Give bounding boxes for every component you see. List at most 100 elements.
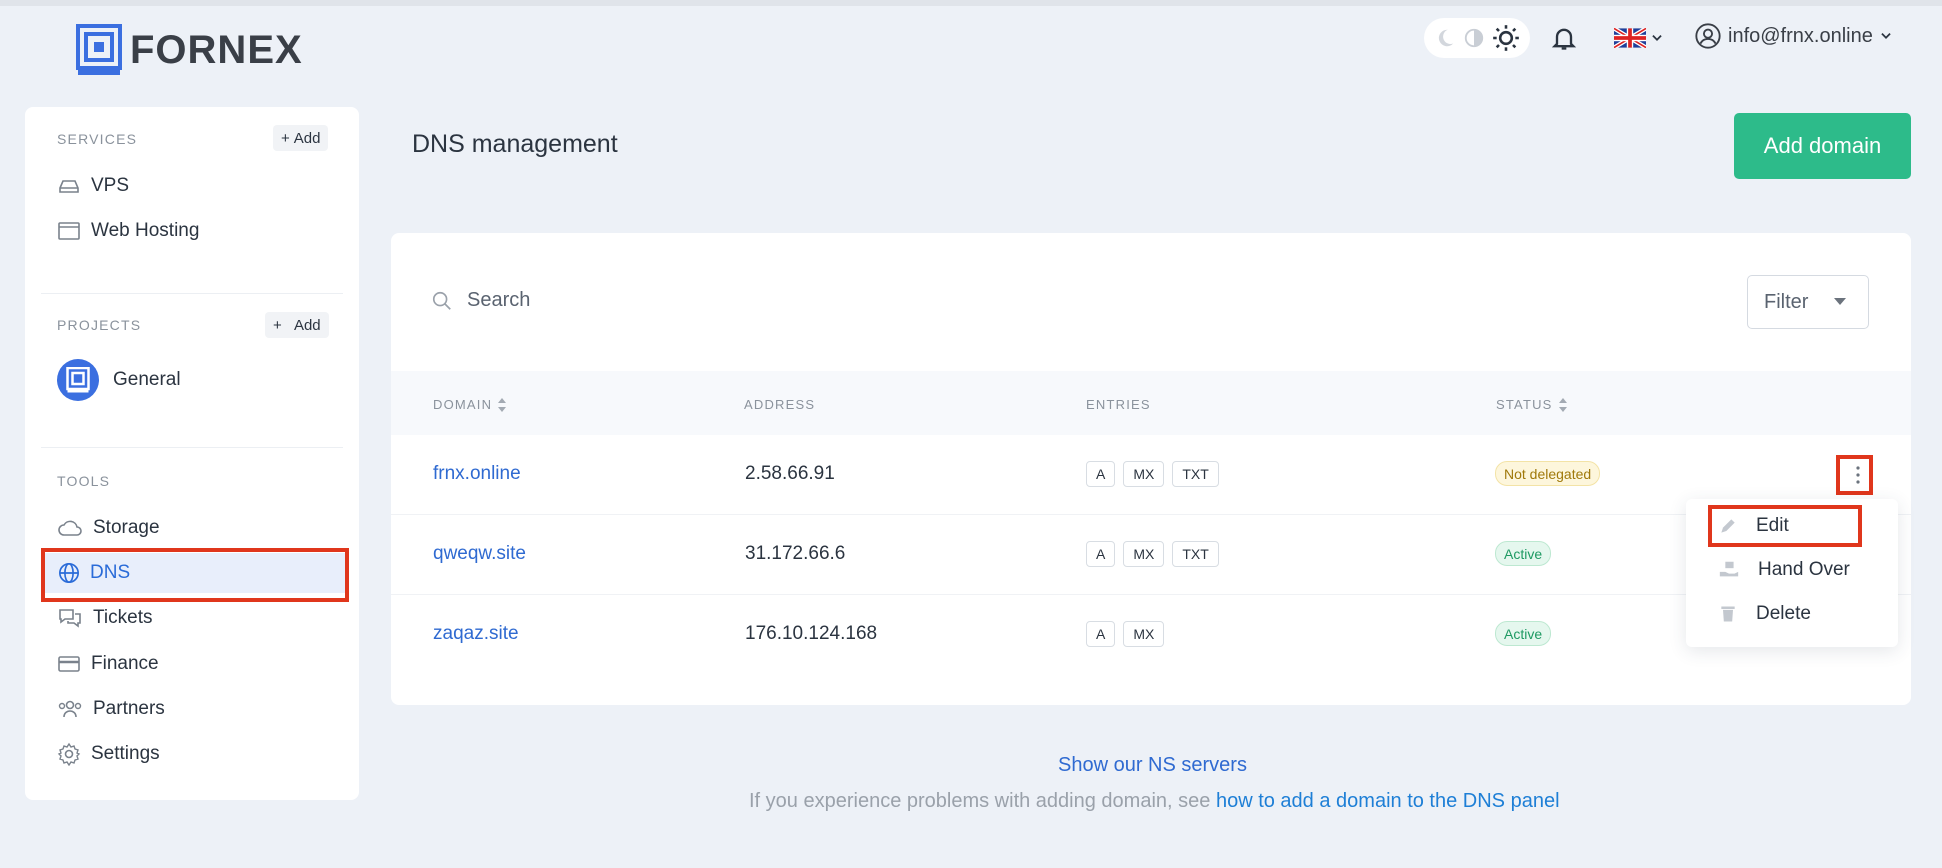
sidebar-item-label: Storage [93, 517, 160, 538]
header-controls: info@frnx.online [1424, 18, 1891, 58]
users-icon [58, 700, 82, 718]
column-label: ENTRIES [1086, 397, 1151, 412]
domain-link[interactable]: qweqw.site [433, 543, 526, 565]
entry-tag: A [1086, 461, 1116, 487]
chat-icon [59, 609, 81, 628]
hand-over-icon [1719, 561, 1739, 577]
help-text: If you experience problems with adding d… [749, 790, 1560, 813]
kebab-highlight-box [1836, 455, 1873, 495]
sidebar-item-partners[interactable]: Partners [55, 689, 345, 729]
logo-mark-icon [76, 24, 122, 75]
entry-tag: TXT [1172, 541, 1219, 567]
moon-icon[interactable] [1434, 27, 1456, 49]
search-field[interactable]: Search [431, 289, 530, 312]
half-moon-icon[interactable] [1463, 27, 1485, 49]
add-project-button[interactable]: + Add [265, 312, 329, 338]
domain-link[interactable]: frnx.online [433, 463, 521, 485]
user-menu[interactable]: info@frnx.online [1694, 22, 1893, 50]
sidebar-item-vps[interactable]: VPS [55, 166, 345, 206]
gear-icon [57, 742, 81, 766]
logo-text: FORNEX [130, 27, 303, 72]
menu-item-label: Hand Over [1758, 559, 1850, 580]
column-status[interactable]: STATUS [1496, 397, 1567, 412]
entry-tag: TXT [1172, 461, 1219, 487]
menu-item-label: Delete [1756, 603, 1811, 624]
user-email: info@frnx.online [1728, 24, 1873, 47]
browser-window-icon [58, 222, 80, 240]
domain-link[interactable]: zaqaz.site [433, 623, 519, 645]
search-input[interactable]: Search [467, 289, 530, 312]
column-label: STATUS [1496, 397, 1553, 412]
menu-item-hand-over[interactable]: Hand Over [1718, 559, 1850, 581]
sidebar-item-label: Web Hosting [91, 220, 200, 241]
project-general[interactable]: General [57, 359, 181, 401]
edit-highlight-box [1708, 505, 1862, 547]
add-service-button[interactable]: + Add [273, 125, 329, 151]
language-selector[interactable] [1614, 28, 1664, 48]
project-label: General [113, 369, 181, 390]
credit-card-icon [58, 656, 80, 672]
sort-icon [1558, 397, 1567, 412]
sidebar-item-web-hosting[interactable]: Web Hosting [55, 211, 345, 251]
caret-down-icon [1834, 298, 1847, 305]
sun-icon[interactable] [1492, 24, 1520, 52]
add-service-label: Add [293, 129, 321, 147]
table-row: qweqw.site 31.172.66.6 A MX TXT Active [391, 515, 1911, 595]
table-row: zaqaz.site 176.10.124.168 A MX Active [391, 595, 1911, 675]
column-label: ADDRESS [744, 397, 816, 412]
top-strip [0, 0, 1942, 6]
sidebar-item-label: VPS [91, 175, 130, 196]
sidebar-item-finance[interactable]: Finance [55, 644, 345, 684]
help-prefix: If you experience problems with adding d… [749, 790, 1211, 812]
sort-icon [498, 397, 507, 412]
theme-switch[interactable] [1424, 18, 1530, 58]
help-link[interactable]: how to add a domain to the DNS panel [1216, 790, 1560, 812]
plus-icon: + [273, 316, 282, 334]
entries-list: A MX TXT [1086, 461, 1219, 487]
bell-icon[interactable] [1550, 24, 1578, 52]
entries-list: A MX TXT [1086, 541, 1219, 567]
server-icon [59, 180, 79, 193]
entry-tag: A [1086, 541, 1116, 567]
logo[interactable]: FORNEX [76, 24, 303, 76]
project-logo-icon [57, 359, 99, 401]
address-value: 31.172.66.6 [745, 543, 846, 564]
add-project-label: Add [293, 316, 321, 334]
entry-tag: MX [1123, 621, 1165, 647]
status-badge: Not delegated [1495, 461, 1601, 486]
divider [41, 293, 343, 294]
chevron-down-icon [1881, 33, 1891, 39]
chevron-down-icon [1652, 35, 1662, 41]
entry-tag: A [1086, 621, 1116, 647]
divider [41, 447, 343, 448]
domains-card: Search Filter DOMAIN ADDRESS ENTRIES STA… [391, 233, 1911, 705]
user-circle-icon [1695, 23, 1721, 49]
sidebar: SERVICES + Add VPS Web Hosting PROJECTS +… [25, 107, 359, 800]
sidebar-item-label: Partners [93, 698, 165, 719]
add-domain-button[interactable]: Add domain [1734, 113, 1911, 179]
page-title: DNS management [412, 130, 618, 158]
trash-icon [1721, 606, 1735, 622]
status-badge: Active [1495, 541, 1552, 566]
cloud-icon [58, 520, 82, 536]
table-row: frnx.online 2.58.66.91 A MX TXT Not dele… [391, 435, 1911, 515]
plus-icon: + [281, 129, 290, 147]
sidebar-item-storage[interactable]: Storage [55, 508, 345, 548]
dns-highlight-box [41, 548, 349, 602]
sidebar-item-label: Settings [91, 743, 160, 764]
sidebar-item-tickets[interactable]: Tickets [55, 598, 345, 638]
column-address: ADDRESS [744, 397, 815, 412]
sidebar-item-label: Tickets [93, 607, 153, 628]
menu-item-delete[interactable]: Delete [1718, 603, 1811, 625]
services-title: SERVICES [57, 131, 138, 147]
sidebar-item-settings[interactable]: Settings [55, 734, 345, 774]
table-header: DOMAIN ADDRESS ENTRIES STATUS [391, 371, 1911, 435]
address-value: 176.10.124.168 [745, 623, 878, 644]
filter-dropdown[interactable]: Filter [1747, 275, 1869, 329]
tools-title: TOOLS [57, 473, 111, 489]
entries-list: A MX [1086, 621, 1165, 647]
column-domain[interactable]: DOMAIN [433, 397, 507, 412]
show-ns-servers-link[interactable]: Show our NS servers [1058, 754, 1247, 777]
uk-flag-icon [1614, 28, 1646, 48]
column-label: DOMAIN [433, 397, 493, 412]
